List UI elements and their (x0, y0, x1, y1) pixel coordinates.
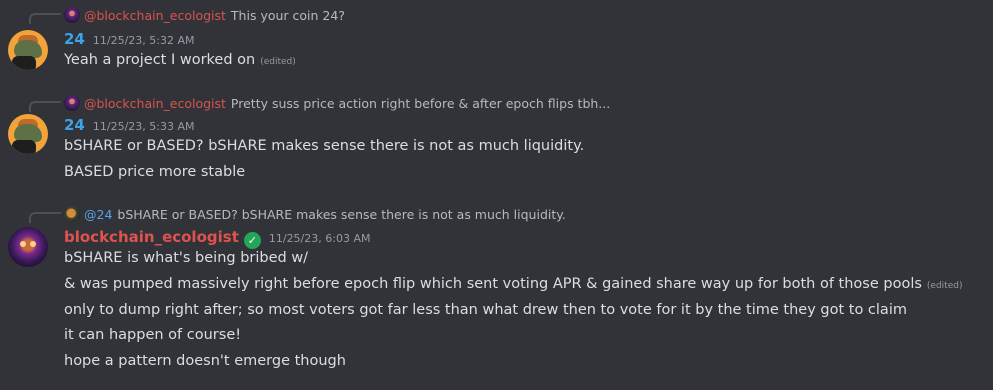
message-header: blockchain_ecologist ✓ 11/25/23, 6:03 AM (64, 228, 371, 249)
reply-preview[interactable]: @blockchain_ecologist Pretty suss price … (64, 94, 610, 112)
avatar[interactable] (8, 30, 48, 70)
reply-connector (29, 212, 61, 223)
message-header: 24 11/25/23, 5:32 AM (64, 30, 195, 48)
avatar[interactable] (8, 114, 48, 154)
message-header: 24 11/25/23, 5:33 AM (64, 116, 195, 134)
message-text: only to dump right after; so most voters… (64, 302, 907, 318)
message-line: BASED price more stable (64, 164, 245, 180)
edited-label: (edited) (926, 281, 963, 291)
message-line: only to dump right after; so most voters… (64, 302, 907, 318)
message-line: & was pumped massively right before epoc… (64, 276, 962, 292)
message-line: it can happen of course! (64, 327, 241, 343)
message-line: bSHARE or BASED? bSHARE makes sense ther… (64, 138, 584, 154)
message-text: Yeah a project I worked on (64, 52, 256, 68)
reply-text[interactable]: Pretty suss price action right before & … (231, 96, 610, 111)
edited-label: (edited) (260, 57, 296, 67)
message-3: @24 bSHARE or BASED? bSHARE makes sense … (0, 205, 993, 380)
reply-author[interactable]: @24 (84, 207, 112, 222)
timestamp: 11/25/23, 5:32 AM (92, 34, 195, 47)
message-1: @blockchain_ecologist This your coin 24?… (0, 6, 993, 74)
reply-avatar (64, 95, 80, 111)
message-text: BASED price more stable (64, 164, 246, 180)
reply-connector (29, 101, 61, 112)
timestamp: 11/25/23, 6:03 AM (268, 232, 371, 245)
reply-preview[interactable]: @blockchain_ecologist This your coin 24? (64, 6, 345, 24)
reply-author[interactable]: @blockchain_ecologist (84, 96, 226, 111)
timestamp: 11/25/23, 5:33 AM (92, 120, 195, 133)
message-text: & was pumped massively right before epoc… (64, 276, 922, 292)
message-text: bSHARE is what's being bribed w/ (64, 250, 309, 266)
author-name[interactable]: 24 (64, 116, 85, 134)
reply-text[interactable]: bSHARE or BASED? bSHARE makes sense ther… (117, 207, 565, 222)
reply-preview[interactable]: @24 bSHARE or BASED? bSHARE makes sense … (64, 205, 566, 223)
reply-author[interactable]: @blockchain_ecologist (84, 8, 226, 23)
author-name[interactable]: blockchain_ecologist (64, 228, 239, 246)
message-2: @blockchain_ecologist Pretty suss price … (0, 94, 993, 186)
message-text: hope a pattern doesn't emerge though (64, 353, 346, 369)
message-text: bSHARE or BASED? bSHARE makes sense ther… (64, 138, 585, 154)
author-name[interactable]: 24 (64, 30, 85, 48)
message-line: bSHARE is what's being bribed w/ (64, 250, 308, 266)
reply-avatar (64, 7, 80, 23)
reply-connector (29, 13, 61, 24)
message-text: it can happen of course! (64, 327, 242, 343)
message-line: hope a pattern doesn't emerge though (64, 353, 346, 369)
reply-avatar (64, 206, 80, 222)
verified-icon: ✓ (243, 232, 261, 249)
message-line: Yeah a project I worked on (edited) (64, 52, 296, 68)
avatar[interactable] (8, 227, 48, 267)
reply-text[interactable]: This your coin 24? (231, 8, 345, 23)
